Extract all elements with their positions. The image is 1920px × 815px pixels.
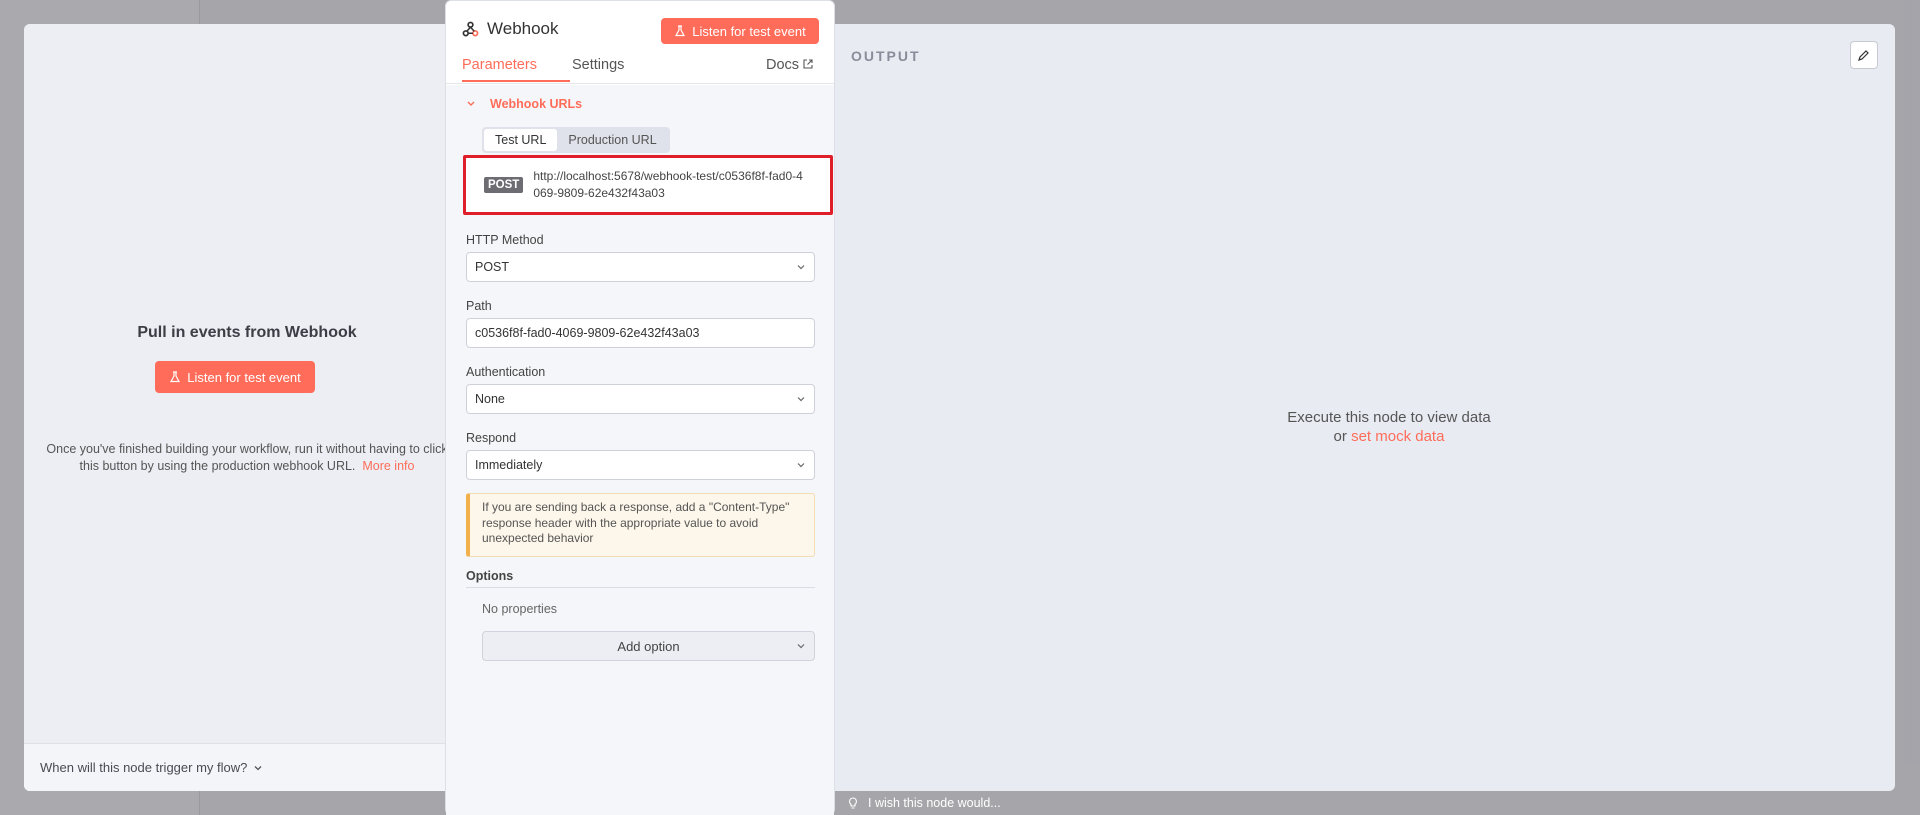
http-method-select[interactable]: POST <box>466 252 815 282</box>
webhook-urls-toggle[interactable]: Webhook URLs <box>466 97 582 111</box>
output-empty-message: Execute this node to view data or set mo… <box>1204 408 1574 446</box>
url-type-tabs: Test URL Production URL <box>482 127 670 153</box>
node-title: Webhook <box>487 19 559 38</box>
authentication-label: Authentication <box>466 365 546 379</box>
tab-production-url[interactable]: Production URL <box>557 129 667 151</box>
listen-test-event-button-left[interactable]: Listen for test event <box>155 361 315 393</box>
node-tabs: Parameters Settings Docs <box>446 51 834 84</box>
trigger-question-toggle[interactable]: When will this node trigger my flow? <box>24 743 470 791</box>
input-panel-title: Pull in events from Webhook <box>137 324 357 341</box>
authentication-value: None <box>475 392 505 406</box>
content-type-notice: If you are sending back a response, add … <box>466 493 815 557</box>
tab-test-url[interactable]: Test URL <box>484 129 558 151</box>
add-option-label: Add option <box>617 638 680 654</box>
parameters-body: Webhook URLs Test URL Production URL POS… <box>446 85 834 815</box>
chevron-down-icon <box>797 644 805 649</box>
docs-link[interactable]: Docs <box>766 57 813 80</box>
feedback-link[interactable]: I wish this node would... <box>848 796 1001 810</box>
webhook-url[interactable]: http://localhost:5678/webhook-test/c0536… <box>533 168 808 202</box>
output-label: OUTPUT <box>851 48 921 64</box>
respond-select[interactable]: Immediately <box>466 450 815 480</box>
flask-icon <box>170 371 181 383</box>
options-label: Options <box>466 569 815 588</box>
flask-icon <box>675 25 686 37</box>
feedback-text: I wish this node would... <box>868 796 1001 810</box>
listen-button-label: Listen for test event <box>187 369 301 385</box>
edit-output-button[interactable] <box>1850 41 1878 69</box>
external-link-icon <box>803 59 813 69</box>
tab-parameters[interactable]: Parameters <box>462 57 570 82</box>
more-info-link[interactable]: More info <box>362 459 414 473</box>
chevron-down-icon <box>797 397 805 402</box>
pencil-icon <box>1858 50 1869 61</box>
tab-settings[interactable]: Settings <box>572 57 624 80</box>
path-input[interactable]: c0536f8f-fad0-4069-9809-62e432f43a03 <box>466 318 815 348</box>
lightbulb-icon <box>849 796 857 809</box>
node-parameters-panel: Webhook Listen for test event Parameters… <box>445 0 835 815</box>
webhook-url-box[interactable]: POST http://localhost:5678/webhook-test/… <box>463 155 833 215</box>
or-text: or <box>1333 428 1347 445</box>
webhook-icon <box>462 21 479 36</box>
respond-value: Immediately <box>475 458 543 472</box>
http-method-value: POST <box>475 260 510 274</box>
listen-test-event-button[interactable]: Listen for test event <box>661 18 819 44</box>
respond-label: Respond <box>466 431 517 445</box>
input-panel-hint: Once you've finished building your workf… <box>38 441 456 475</box>
http-method-label: HTTP Method <box>466 233 544 247</box>
path-value: c0536f8f-fad0-4069-9809-62e432f43a03 <box>475 326 700 340</box>
webhook-urls-title: Webhook URLs <box>490 97 583 111</box>
authentication-select[interactable]: None <box>466 384 815 414</box>
listen-button-label: Listen for test event <box>692 23 806 39</box>
trigger-question-text: When will this node trigger my flow? <box>40 760 248 775</box>
input-panel: Pull in events from Webhook Listen for t… <box>24 24 470 791</box>
chevron-down-icon <box>797 265 805 270</box>
docs-label: Docs <box>766 57 800 73</box>
chevron-down-icon <box>467 101 475 106</box>
path-label: Path <box>466 299 492 313</box>
chevron-down-icon <box>797 463 805 468</box>
execute-message: Execute this node to view data <box>1287 409 1491 426</box>
chevron-down-icon <box>254 765 262 770</box>
no-properties-text: No properties <box>482 602 558 616</box>
node-details-modal: Pull in events from Webhook Listen for t… <box>24 24 1895 791</box>
method-badge: POST <box>484 177 524 193</box>
set-mock-data-link[interactable]: set mock data <box>1351 428 1444 445</box>
add-option-button[interactable]: Add option <box>482 631 815 661</box>
